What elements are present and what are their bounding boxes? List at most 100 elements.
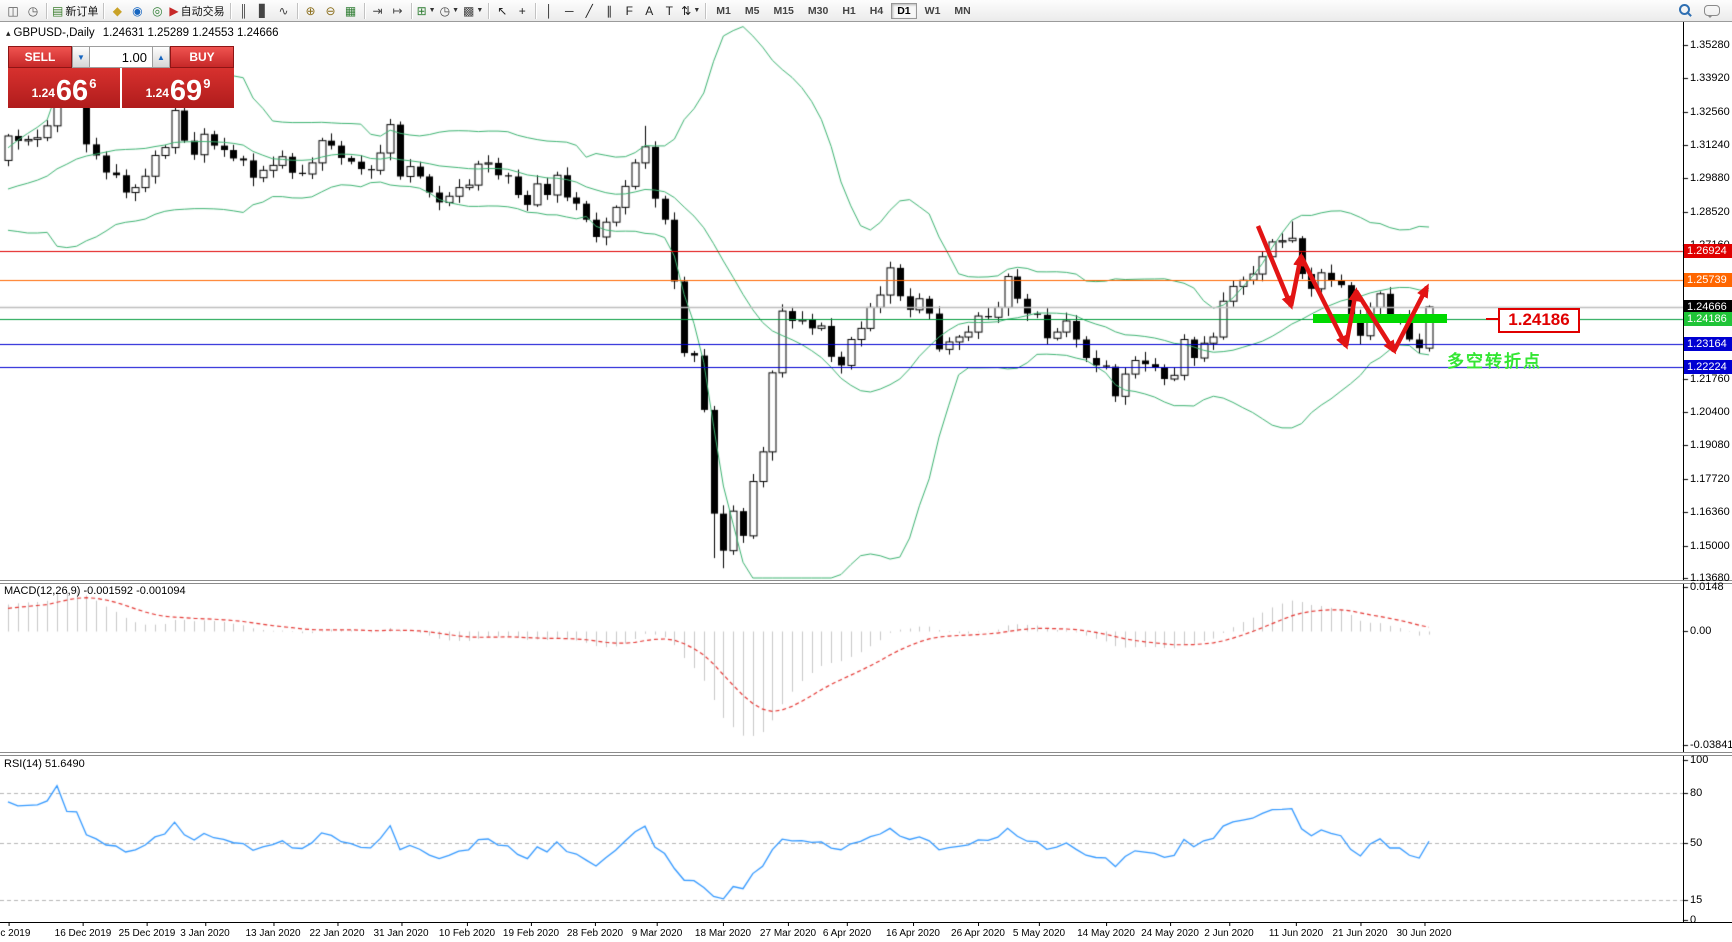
- arrows-tool-button[interactable]: ⇅ ▼: [679, 2, 702, 20]
- toolbar-separator: [410, 2, 412, 19]
- chart-shift-icon: ↦: [392, 3, 403, 18]
- trade-panel-controls: SELL ▼ ▲ BUY: [8, 46, 234, 68]
- community-icon: ◉: [132, 3, 143, 18]
- cursor-tool-button[interactable]: ↖: [492, 2, 512, 20]
- new-order-icon: ▤: [52, 3, 64, 18]
- line-chart-button[interactable]: ∿: [274, 2, 294, 20]
- arrows-tool-icon: ⇅: [681, 3, 692, 18]
- zoom-in-button[interactable]: ⊕: [301, 2, 321, 20]
- zoom-in-icon: ⊕: [305, 3, 316, 18]
- trendline-tool-icon: ╱: [585, 3, 593, 18]
- arrows-tool-dropdown-caret[interactable]: ▼: [693, 7, 700, 14]
- equidistant-channel-tool-icon: ∥: [606, 3, 613, 18]
- periods-button[interactable]: ◷ ▼: [438, 2, 461, 20]
- timeframe-m15[interactable]: M15: [767, 3, 799, 19]
- auto-scroll-button[interactable]: ⇥: [368, 2, 388, 20]
- line-chart-icon: ∿: [278, 3, 289, 18]
- equidistant-channel-tool-button[interactable]: ∥: [599, 2, 619, 20]
- templates-icon: ▩: [463, 3, 475, 18]
- trade-panel-prices: 1.24 66 6 1.24 69 9: [8, 68, 234, 108]
- autotrading-label: 自动交易: [180, 5, 225, 18]
- tile-windows-icon: ▦: [344, 3, 357, 18]
- timeframe-mn[interactable]: MN: [948, 3, 976, 19]
- toolbar-separator: [705, 2, 707, 19]
- indicators-list-button[interactable]: ⊞ ▼: [415, 2, 438, 20]
- new-order-button[interactable]: ▤ 新订单: [50, 2, 100, 20]
- timeframe-m30[interactable]: M30: [802, 3, 834, 19]
- lot-decrease-button[interactable]: ▼: [72, 46, 90, 68]
- bar-chart-icon: ║: [239, 3, 248, 18]
- zoom-out-button[interactable]: ⊖: [321, 2, 341, 20]
- mt4-terminal: ◫ ◷ ▤ 新订单 ◆ ◉ ◎ ▶ 自动交易 ║ ▋ ∿ ⊕ ⊖ ▦ ⇥ ↦ ⊞ ▼ ◷ ▼ ▩ ▼ ↖ + │ ─ ╱ ∥ F A T ⇅ ▼ M…: [0, 0, 1732, 942]
- lot-size-input[interactable]: [90, 46, 152, 68]
- market-watch-button[interactable]: ◆: [107, 2, 127, 20]
- vertical-line-tool-icon: │: [545, 3, 554, 18]
- toolbar-separator: [535, 2, 537, 19]
- timeframe-h1[interactable]: H1: [836, 3, 861, 19]
- periods-dropdown-caret[interactable]: ▼: [452, 7, 459, 14]
- cursor-tool-icon: ↖: [497, 3, 508, 18]
- fibonacci-tool-button[interactable]: F: [619, 2, 639, 20]
- chart-shift-button[interactable]: ↦: [388, 2, 408, 20]
- buy-price-pip: 9: [203, 76, 211, 91]
- search-icon[interactable]: [1679, 4, 1692, 17]
- toolbar-separator: [229, 2, 231, 19]
- crosshair-tool-icon: +: [518, 3, 526, 18]
- toolbar-right-icons: [1679, 4, 1720, 18]
- signals-icon: ◎: [152, 3, 163, 18]
- horizontal-line-tool-button[interactable]: ─: [559, 2, 579, 20]
- toolbar-buttons: ◫ ◷ ▤ 新订单 ◆ ◉ ◎ ▶ 自动交易 ║ ▋ ∿ ⊕ ⊖ ▦ ⇥ ↦ ⊞ ▼ ◷ ▼ ▩ ▼ ↖ + │ ─ ╱ ∥ F A T ⇅ ▼ M…: [3, 2, 978, 20]
- toolbar-separator: [296, 2, 298, 19]
- sell-price-main: 66: [55, 75, 89, 107]
- lot-increase-button[interactable]: ▲: [152, 46, 170, 68]
- templates-dropdown-caret[interactable]: ▼: [476, 7, 483, 14]
- horizontal-line-tool-icon: ─: [565, 3, 574, 18]
- sell-price-pip: 6: [89, 76, 97, 91]
- timeframe-h4[interactable]: H4: [864, 3, 889, 19]
- buy-price-tile[interactable]: 1.24 69 9: [122, 68, 234, 108]
- toolbar: ◫ ◷ ▤ 新订单 ◆ ◉ ◎ ▶ 自动交易 ║ ▋ ∿ ⊕ ⊖ ▦ ⇥ ↦ ⊞ ▼ ◷ ▼ ▩ ▼ ↖ + │ ─ ╱ ∥ F A T ⇅ ▼ M…: [0, 0, 1732, 22]
- timeframe-m1[interactable]: M1: [710, 3, 737, 19]
- sell-button[interactable]: SELL: [8, 46, 72, 68]
- text-tool-icon: A: [645, 3, 654, 18]
- new-order-label: 新订单: [65, 5, 99, 18]
- sell-price-tile[interactable]: 1.24 66 6: [8, 68, 120, 108]
- price-callout-connector: [1486, 318, 1498, 320]
- buy-button[interactable]: BUY: [170, 46, 234, 68]
- sell-price-prefix: 1.24: [31, 86, 55, 100]
- one-click-trade-panel: SELL ▼ ▲ BUY 1.24 66 6 1.24 69 9: [8, 46, 234, 108]
- tick-chart-icon: ◷: [27, 3, 39, 18]
- timeframe-w1[interactable]: W1: [919, 3, 947, 19]
- buy-price-main: 69: [169, 75, 203, 107]
- chat-icon[interactable]: [1704, 5, 1720, 18]
- timeframe-m5[interactable]: M5: [739, 3, 766, 19]
- buy-price-prefix: 1.24: [145, 86, 169, 100]
- toolbar-separator: [488, 2, 490, 19]
- bar-chart-button[interactable]: ║: [234, 2, 254, 20]
- zoom-out-icon: ⊖: [325, 3, 336, 18]
- text-tool-button[interactable]: A: [639, 2, 659, 20]
- chart-window-button[interactable]: ◫: [3, 2, 23, 20]
- price-callout-box[interactable]: 1.24186: [1498, 308, 1580, 333]
- auto-scroll-icon: ⇥: [372, 3, 383, 18]
- community-button[interactable]: ◉: [127, 2, 147, 20]
- indicators-list-icon: ⊞: [416, 3, 427, 18]
- text-label-tool-button[interactable]: T: [659, 2, 679, 20]
- autotrading-button[interactable]: ▶ 自动交易: [167, 2, 226, 20]
- candlestick-chart-button[interactable]: ▋: [254, 2, 274, 20]
- tick-chart-button[interactable]: ◷: [23, 2, 43, 20]
- crosshair-tool-button[interactable]: +: [512, 2, 532, 20]
- market-watch-icon: ◆: [112, 3, 122, 18]
- vertical-line-tool-button[interactable]: │: [539, 2, 559, 20]
- timeframe-d1[interactable]: D1: [891, 2, 917, 19]
- zigzag-trend-annotation[interactable]: [0, 0, 1732, 942]
- indicators-list-dropdown-caret[interactable]: ▼: [429, 7, 436, 14]
- tile-windows-button[interactable]: ▦: [341, 2, 361, 20]
- templates-button[interactable]: ▩ ▼: [461, 2, 485, 20]
- trendline-tool-button[interactable]: ╱: [579, 2, 599, 20]
- signals-button[interactable]: ◎: [147, 2, 167, 20]
- toolbar-separator: [46, 2, 47, 19]
- fibonacci-tool-icon: F: [625, 3, 633, 18]
- chart-window-icon: ◫: [7, 3, 19, 18]
- toolbar-separator: [363, 2, 365, 19]
